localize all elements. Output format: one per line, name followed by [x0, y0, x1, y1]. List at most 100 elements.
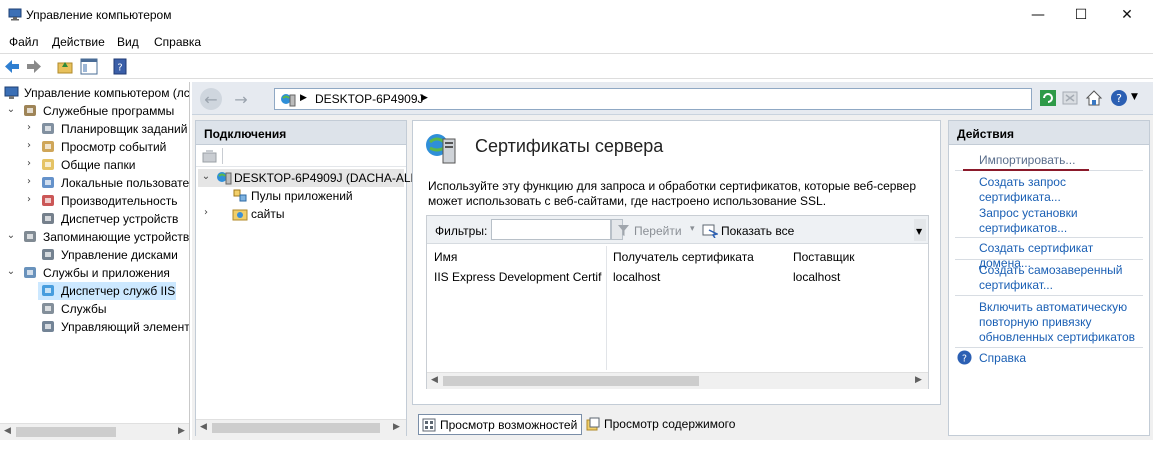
- chevron-right-icon[interactable]: ›: [24, 158, 34, 169]
- go-dropdown-chevron-icon[interactable]: ▾: [690, 224, 695, 234]
- chevron-right-icon[interactable]: ›: [24, 194, 34, 205]
- go-button[interactable]: Перейти: [634, 224, 682, 238]
- maximize-button[interactable]: ☐: [1058, 0, 1104, 30]
- show-all-icon: [702, 224, 718, 238]
- list-horizontal-scrollbar[interactable]: ◀ ▶: [427, 372, 928, 389]
- action-link[interactable]: Импортировать...: [979, 153, 1144, 168]
- scroll-right-icon[interactable]: ▶: [178, 426, 185, 436]
- tab-content-view[interactable]: Просмотр содержимого: [584, 414, 739, 435]
- help-icon[interactable]: ?: [1110, 89, 1128, 107]
- tree-item[interactable]: ⌄ Службы и приложения: [0, 264, 189, 282]
- breadcrumb-address[interactable]: ▶ DESKTOP-6P4909J ▶: [274, 88, 1032, 110]
- server-icon: [281, 94, 296, 107]
- scroll-thumb[interactable]: [443, 376, 699, 386]
- tab-features-view[interactable]: Просмотр возможностей: [418, 414, 583, 435]
- connections-sites[interactable]: › сайты: [198, 205, 404, 223]
- help-book-icon[interactable]: ?: [111, 58, 129, 75]
- tree-item[interactable]: Управление дисками: [0, 246, 189, 264]
- tree-item[interactable]: › Планировщик заданий: [0, 120, 189, 138]
- close-button[interactable]: ✕: [1104, 0, 1150, 30]
- tree-item-label: Общие папки: [61, 158, 136, 172]
- action-link[interactable]: Справка: [979, 351, 1144, 366]
- computer-management-icon: [8, 8, 22, 21]
- toolbar-divider: [222, 148, 223, 164]
- forward-arrow-icon[interactable]: [25, 58, 43, 75]
- window-title: Управление компьютером: [26, 8, 172, 22]
- tree-item-label: Запоминающие устройств: [43, 230, 190, 244]
- iis-manager: ← → ▶ DESKTOP-6P4909J ▶ ? ▼ Подключения …: [192, 82, 1153, 440]
- event-viewer-icon: [42, 141, 54, 152]
- tree-item[interactable]: Службы: [0, 300, 189, 318]
- scroll-left-icon[interactable]: ◀: [4, 426, 11, 436]
- column-header-subject[interactable]: Получатель сертификата: [613, 250, 754, 264]
- menu-action[interactable]: Действие: [52, 35, 105, 49]
- action-link[interactable]: Запрос установки сертификатов...: [979, 206, 1144, 236]
- menu-file[interactable]: Файл: [9, 35, 39, 49]
- tree-item[interactable]: Управляющий элемент: [0, 318, 189, 336]
- refresh-icon[interactable]: [1040, 90, 1056, 106]
- chevron-right-icon[interactable]: ›: [24, 176, 34, 187]
- action-link[interactable]: Создать запрос сертификата...: [979, 175, 1144, 205]
- users-icon: [42, 177, 54, 188]
- show-all-button[interactable]: Показать все: [721, 224, 794, 238]
- action-link[interactable]: Включить автоматическую повторную привяз…: [979, 300, 1144, 345]
- scroll-left-icon[interactable]: ◀: [431, 375, 438, 385]
- table-row[interactable]: IIS Express Development Certifi localhos…: [427, 268, 928, 286]
- filter-bar-overflow[interactable]: ▼: [914, 219, 926, 241]
- scroll-right-icon[interactable]: ▶: [915, 375, 922, 385]
- tree-item[interactable]: Диспетчер служб IIS: [38, 282, 176, 300]
- breadcrumb-chevron-icon[interactable]: ▶: [421, 93, 428, 103]
- breadcrumb-chevron-icon[interactable]: ▶: [300, 93, 307, 103]
- scroll-thumb[interactable]: [212, 423, 380, 433]
- nav-back-button[interactable]: ←: [200, 88, 222, 110]
- tree-item[interactable]: Диспетчер устройств: [0, 210, 189, 228]
- chevron-down-icon[interactable]: ▼: [916, 227, 922, 236]
- back-arrow-icon[interactable]: [3, 58, 21, 75]
- svg-text:?: ?: [117, 63, 122, 74]
- actions-panel: Действия Импортировать... Создать запрос …: [948, 120, 1150, 436]
- chevron-down-icon[interactable]: ⌄: [6, 104, 16, 115]
- column-header-issuer[interactable]: Поставщик: [793, 250, 855, 264]
- scroll-left-icon[interactable]: ◀: [200, 422, 207, 432]
- tree-item-label: Просмотр событий: [61, 140, 167, 154]
- stop-icon[interactable]: [1062, 90, 1078, 106]
- show-hide-tree-icon[interactable]: [80, 58, 98, 75]
- server-icon: [217, 172, 232, 185]
- tree-item[interactable]: ⌄ Служебные программы: [0, 102, 189, 120]
- tree-root[interactable]: Управление компьютером (лс: [0, 84, 189, 102]
- tree-item[interactable]: › Производительность: [0, 192, 189, 210]
- breadcrumb-server[interactable]: DESKTOP-6P4909J: [315, 92, 424, 106]
- tree-item-label: Локальные пользовате: [61, 176, 190, 190]
- tree-horizontal-scrollbar[interactable]: ◀ ▶: [0, 423, 189, 440]
- connect-icon[interactable]: [202, 149, 218, 163]
- minimize-button[interactable]: —: [1015, 0, 1061, 30]
- column-header-name[interactable]: Имя: [434, 250, 457, 264]
- tree-item[interactable]: › Локальные пользовате: [0, 174, 190, 192]
- scroll-thumb[interactable]: [16, 427, 116, 437]
- action-link[interactable]: Создать самозаверенный сертификат...: [979, 263, 1144, 293]
- up-folder-icon[interactable]: [56, 58, 74, 75]
- tree-item[interactable]: ⌄ Запоминающие устройств: [0, 228, 190, 246]
- tree-item[interactable]: › Общие папки: [0, 156, 189, 174]
- chevron-right-icon[interactable]: ›: [24, 140, 34, 151]
- help-dropdown-chevron-icon[interactable]: ▼: [1131, 92, 1138, 102]
- chevron-down-icon[interactable]: ⌄: [201, 171, 211, 182]
- certificate-list: Фильтры: Перейти ▾ Показать все ▼ Имя По…: [426, 215, 929, 389]
- tree-item[interactable]: › Просмотр событий: [0, 138, 189, 156]
- help-icon[interactable]: ?: [957, 350, 972, 365]
- chevron-right-icon[interactable]: ›: [201, 207, 211, 218]
- chevron-right-icon[interactable]: ›: [24, 122, 34, 133]
- menu-help[interactable]: Справка: [154, 35, 201, 49]
- connections-horizontal-scrollbar[interactable]: ◀ ▶: [196, 419, 406, 436]
- chevron-down-icon[interactable]: ⌄: [6, 230, 16, 241]
- connections-server-node[interactable]: ⌄ DESKTOP-6P4909J (DACHA-ALEX\: [198, 169, 430, 187]
- nav-forward-button[interactable]: →: [230, 88, 252, 110]
- scroll-right-icon[interactable]: ▶: [393, 422, 400, 432]
- home-icon[interactable]: [1085, 89, 1103, 107]
- connections-app-pools[interactable]: Пулы приложений: [198, 187, 404, 205]
- filter-input[interactable]: [491, 219, 611, 240]
- chevron-down-icon[interactable]: ⌄: [6, 266, 16, 277]
- app-pools-label: Пулы приложений: [251, 189, 353, 203]
- iis-icon: [42, 285, 54, 296]
- menu-view[interactable]: Вид: [117, 35, 139, 49]
